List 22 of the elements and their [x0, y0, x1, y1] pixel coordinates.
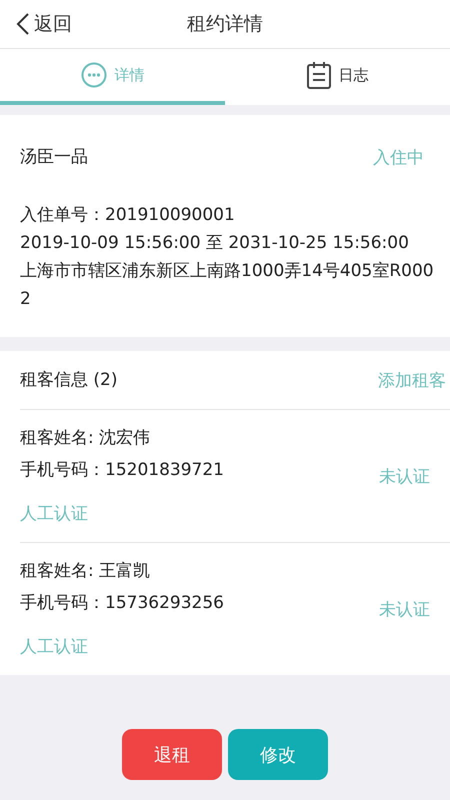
manual-verify-link[interactable]: 人工认证 [20, 633, 88, 661]
address: 上海市市辖区浦东新区上南路1000弄14号405室R0002 [20, 260, 435, 311]
chevron-left-icon [16, 12, 30, 36]
terminate-button[interactable]: 退租 [122, 729, 222, 780]
back-button[interactable]: 返回 [0, 11, 72, 37]
add-tenant-link[interactable]: 添加租客 [378, 368, 446, 392]
tenant-phone: 手机号码：15736293256 [20, 592, 224, 615]
tenant-phone: 手机号码：15201839721 [20, 459, 224, 482]
tenant-name: 租客姓名: 王富凯 [20, 560, 150, 583]
tenant-name: 租客姓名: 沈宏伟 [20, 427, 150, 450]
section-title: 租客信息 (2) [20, 369, 118, 392]
property-name: 汤臣一品 [20, 146, 88, 169]
manual-verify-link[interactable]: 人工认证 [20, 500, 88, 528]
edit-button[interactable]: 修改 [228, 729, 328, 780]
page-title: 租约详情 [187, 12, 263, 37]
lease-period: 2019-10-09 15:56:00 至 2031-10-25 15:56:00 [20, 232, 410, 255]
calendar-icon [306, 61, 330, 89]
lease-status: 入住中 [373, 146, 424, 168]
verify-status: 未认证 [379, 466, 430, 488]
order-number: 入住单号：201910090001 [20, 204, 236, 227]
verify-status: 未认证 [379, 598, 430, 620]
more-icon [80, 62, 106, 88]
